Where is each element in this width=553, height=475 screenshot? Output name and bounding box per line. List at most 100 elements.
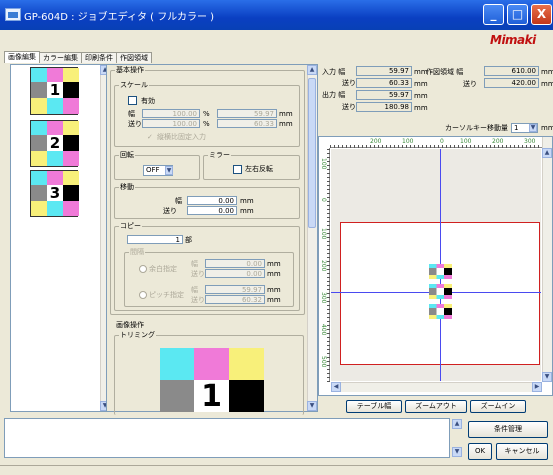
scroll-up-icon[interactable]: ▲ (307, 65, 317, 75)
title-bar: GP-604D : ジョブエディタ ( フルカラー ) _ □ X (0, 0, 553, 30)
left-ruler: 100 0 100 200 300 400 500 (319, 148, 330, 382)
scale-feed-percent-field[interactable]: 100.00 (142, 119, 200, 128)
thumbnail-number: 3 (47, 185, 63, 201)
ruler-label: 100 (320, 228, 327, 240)
table-width-button[interactable]: テーブル幅 (346, 400, 402, 413)
scroll-right-icon[interactable]: ▶ (532, 382, 542, 392)
scale-enable-label: 有効 (141, 97, 155, 105)
group-title: 回転 (119, 151, 135, 160)
settings-scroll-thumb[interactable] (308, 78, 316, 228)
scale-feed-mm-field[interactable]: 60.33 (217, 119, 277, 128)
blank-spacing-radio[interactable] (139, 265, 147, 273)
top-ruler: 200 100 0 100 200 300 (330, 137, 542, 148)
chevron-down-icon[interactable]: ▼ (529, 124, 537, 132)
trimming-preview[interactable]: 1 (160, 348, 264, 414)
cancel-button[interactable]: キャンセル (496, 443, 548, 460)
mm-unit: mm (267, 296, 281, 304)
blank-feed-label: 送り (191, 270, 205, 278)
group-title: 移動 (119, 183, 135, 192)
cursor-move-value: 1 (514, 124, 519, 132)
mm-unit: mm (414, 92, 428, 100)
ruler-label: 0 (320, 198, 327, 202)
tab-image-edit[interactable]: 画像編集 (4, 51, 40, 63)
thumbnail-list (10, 64, 112, 412)
group-title: トリミング (119, 331, 156, 340)
scroll-down-icon[interactable]: ▼ (542, 372, 552, 382)
thumbnail-1[interactable]: 1 (30, 67, 79, 115)
mimaki-logo: Mimaki (490, 33, 536, 47)
window-title: GP-604D : ジョブエディタ ( フルカラー ) (24, 12, 215, 23)
scale-feed-label: 送り (128, 120, 142, 128)
scroll-up-icon[interactable]: ▲ (452, 419, 462, 429)
percent-unit: % (203, 110, 210, 118)
pitch-spacing-radio[interactable] (139, 291, 147, 299)
ruler-label: 400 (320, 324, 327, 336)
pitch-width-label: 幅 (191, 286, 198, 294)
scroll-left-icon[interactable]: ◀ (331, 382, 341, 392)
maximize-button[interactable]: □ (507, 4, 528, 25)
tab-print-conditions[interactable]: 印刷条件 (81, 52, 117, 63)
output-feed-label: 送り (342, 103, 356, 111)
copy-unit: 部 (185, 236, 192, 244)
ok-button[interactable]: OK (468, 443, 492, 460)
rotate-value: OFF (146, 166, 160, 174)
mm-unit: mm (414, 80, 428, 88)
move-width-label: 幅 (175, 197, 182, 205)
input-feed-value: 60.33 (356, 78, 412, 88)
output-feed-value: 180.98 (356, 102, 412, 112)
scale-width-percent-field[interactable]: 100.00 (142, 109, 200, 118)
move-feed-field[interactable]: 0.00 (187, 206, 237, 215)
group-title: スケール (119, 81, 149, 90)
canvas-hscrollbar[interactable] (331, 382, 542, 392)
image-operation-title: 画像操作 (116, 321, 144, 329)
mm-unit: mm (279, 120, 293, 128)
tab-color-edit[interactable]: カラー編集 (39, 52, 82, 63)
blank-feed-field[interactable]: 0.00 (205, 269, 265, 278)
pitch-spacing-label: ピッチ指定 (149, 291, 184, 299)
group-title: 基本操作 (115, 66, 145, 75)
scroll-up-icon[interactable]: ▲ (542, 148, 552, 158)
tab-plot-area[interactable]: 作図領域 (116, 52, 152, 63)
input-feed-label: 送り (342, 79, 356, 87)
ruler-label: 500 (320, 356, 327, 368)
scroll-down-icon[interactable]: ▼ (452, 447, 462, 457)
mirror-lr-checkbox[interactable] (233, 165, 242, 174)
close-button[interactable]: X (531, 4, 552, 25)
message-area (4, 418, 450, 458)
keep-ratio-checkmark-icon[interactable]: ✓ (147, 133, 153, 142)
zoom-out-button[interactable]: ズームアウト (405, 400, 467, 413)
canvas-vscrollbar[interactable] (542, 137, 552, 382)
zoom-in-button[interactable]: ズームイン (470, 400, 526, 413)
preview-number: 1 (194, 380, 229, 414)
move-width-field[interactable]: 0.00 (187, 196, 237, 205)
scroll-down-icon[interactable]: ▼ (307, 401, 317, 411)
ruler-label: 100 (320, 158, 327, 170)
app-icon (5, 8, 21, 21)
pitch-feed-field[interactable]: 60.32 (205, 295, 265, 304)
scale-enable-checkbox[interactable] (128, 96, 137, 105)
input-width-value: 59.97 (356, 66, 412, 76)
cursor-move-label: カーソルキー移動量 (445, 124, 508, 132)
thumbnail-3[interactable]: 3 (30, 170, 79, 217)
pitch-width-field[interactable]: 59.97 (205, 285, 265, 294)
move-feed-label: 送り (163, 207, 177, 215)
mm-unit: mm (240, 207, 254, 215)
output-width-label: 出力 幅 (322, 91, 346, 99)
mm-unit: mm (267, 286, 281, 294)
mm-unit: mm (541, 68, 553, 76)
scale-width-mm-field[interactable]: 59.97 (217, 109, 277, 118)
copy-count-field[interactable]: 1 (127, 235, 183, 244)
group-title: ミラー (208, 151, 231, 160)
ruler-label: 300 (320, 292, 327, 304)
mm-unit: mm (414, 104, 428, 112)
chevron-down-icon[interactable]: ▼ (165, 166, 173, 175)
percent-unit: % (203, 120, 210, 128)
blank-width-label: 幅 (191, 260, 198, 268)
mm-unit: mm (541, 80, 553, 88)
condition-manage-button[interactable]: 条件管理 (468, 421, 548, 438)
pitch-feed-label: 送り (191, 296, 205, 304)
image-object[interactable] (429, 264, 452, 324)
blank-width-field[interactable]: 0.00 (205, 259, 265, 268)
minimize-button[interactable]: _ (483, 4, 504, 25)
thumbnail-2[interactable]: 2 (30, 120, 79, 167)
